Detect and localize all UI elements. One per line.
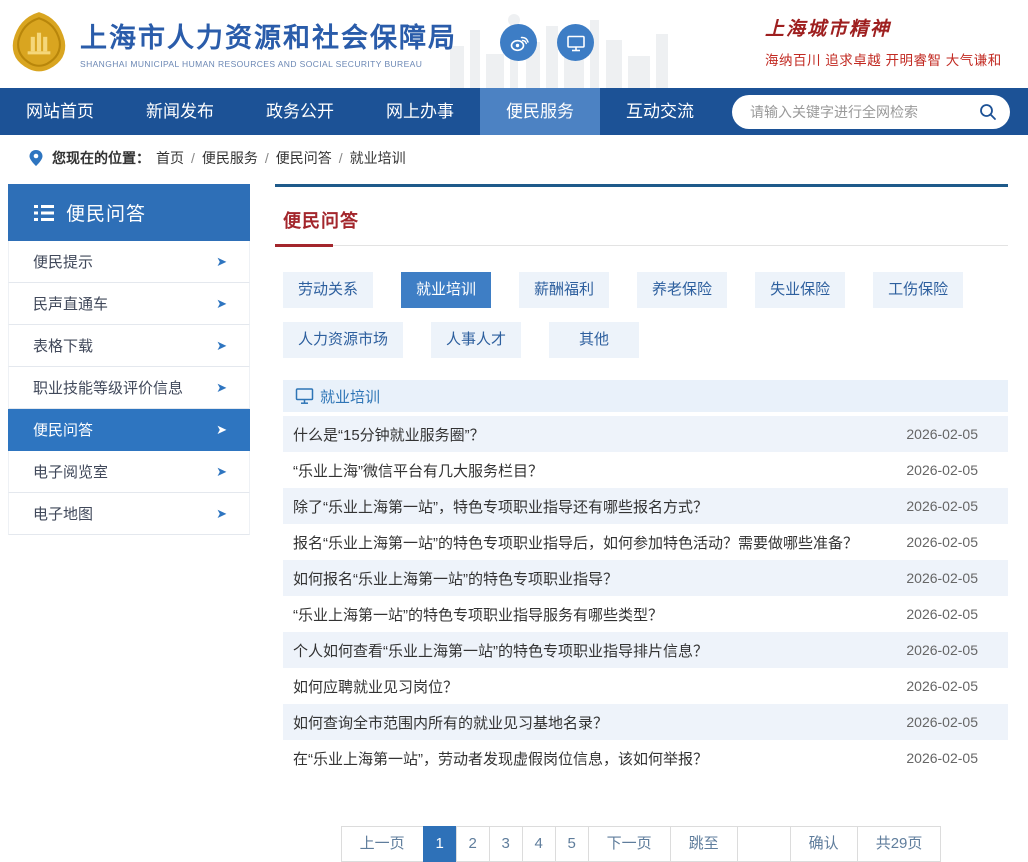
qa-list: 什么是“15分钟就业服务圈”？ 2026-02-05 “乐业上海”微信平台有几大…	[283, 416, 1008, 776]
page-jump-input[interactable]	[738, 827, 790, 861]
list-icon	[34, 204, 54, 222]
nav-item-public-services[interactable]: 便民服务	[480, 88, 600, 135]
nav-item-home[interactable]: 网站首页	[0, 88, 120, 135]
tab-pension-insurance[interactable]: 养老保险	[637, 272, 727, 308]
tab-employment-training[interactable]: 就业培训	[401, 272, 491, 308]
item-date: 2026-02-05	[906, 534, 978, 550]
list-item[interactable]: “乐业上海第一站”的特色专项职业指导服务有哪些类型？ 2026-02-05	[283, 596, 1008, 632]
breadcrumb-separator: /	[265, 150, 269, 166]
breadcrumb-separator: /	[191, 150, 195, 166]
page-button-1[interactable]: 1	[423, 826, 457, 862]
breadcrumb-qa[interactable]: 便民问答	[276, 148, 332, 168]
page-button-3[interactable]: 3	[489, 826, 523, 862]
weibo-icon	[508, 32, 530, 54]
arrow-right-icon: ➤	[216, 464, 227, 480]
tab-other[interactable]: 其他	[549, 322, 639, 358]
city-spirit-title: 上海城市精神	[765, 14, 1010, 41]
item-date: 2026-02-05	[906, 426, 978, 442]
list-item[interactable]: 如何查询全市范围内所有的就业见习基地名录？ 2026-02-05	[283, 704, 1008, 740]
sidebar-item-tips[interactable]: 便民提示 ➤	[8, 241, 250, 283]
breadcrumb-current: 就业培训	[350, 148, 406, 168]
sidebar-item-skill-evaluation[interactable]: 职业技能等级评价信息 ➤	[8, 367, 250, 409]
breadcrumb: 您现在的位置： 首页 / 便民服务 / 便民问答 / 就业培训	[0, 135, 1028, 181]
tab-hr-market[interactable]: 人力资源市场	[283, 322, 403, 358]
nav-item-interaction[interactable]: 互动交流	[600, 88, 720, 135]
tab-salary-welfare[interactable]: 薪酬福利	[519, 272, 609, 308]
item-date: 2026-02-05	[906, 570, 978, 586]
breadcrumb-home[interactable]: 首页	[156, 148, 184, 168]
next-page-button[interactable]: 下一页	[588, 826, 671, 862]
item-date: 2026-02-05	[906, 750, 978, 766]
sidebar-item-emap[interactable]: 电子地图 ➤	[8, 493, 250, 535]
location-pin-icon	[28, 149, 44, 167]
sidebar-header: 便民问答	[8, 184, 250, 241]
weibo-button[interactable]	[500, 24, 537, 61]
item-date: 2026-02-05	[906, 678, 978, 694]
arrow-right-icon: ➤	[216, 380, 227, 396]
main-panel: 便民问答 劳动关系 就业培训 薪酬福利 养老保险 失业保险 工伤保险 人力资源市…	[275, 184, 1008, 862]
sidebar-item-form-download[interactable]: 表格下载 ➤	[8, 325, 250, 367]
search-icon	[978, 102, 998, 122]
list-item[interactable]: 除了“乐业上海第一站”，特色专项职业指导还有哪些报名方式？ 2026-02-05	[283, 488, 1008, 524]
arrow-right-icon: ➤	[216, 254, 227, 270]
list-item[interactable]: 如何报名“乐业上海第一站”的特色专项职业指导？ 2026-02-05	[283, 560, 1008, 596]
portal-button[interactable]	[557, 24, 594, 61]
tab-unemployment-insurance[interactable]: 失业保险	[755, 272, 845, 308]
confirm-button[interactable]: 确认	[790, 826, 858, 862]
section-title: 就业培训	[320, 386, 380, 407]
brand[interactable]: 上海市人力资源和社会保障局 SHANGHAI MUNICIPAL HUMAN R…	[8, 10, 457, 74]
monitor-icon	[565, 32, 587, 54]
prev-page-button[interactable]: 上一页	[341, 826, 424, 862]
city-spirit-text: 海纳百川 追求卓越 开明睿智 大气谦和	[765, 49, 1010, 69]
page-button-5[interactable]: 5	[555, 826, 589, 862]
pagination: 上一页 1 2 3 4 5 下一页 跳至 确认 共29页	[342, 826, 942, 862]
total-pages: 共29页	[857, 826, 942, 862]
list-item[interactable]: 在“乐业上海第一站”，劳动者发现虚假岗位信息，该如何举报？ 2026-02-05	[283, 740, 1008, 776]
item-date: 2026-02-05	[906, 714, 978, 730]
list-item[interactable]: 报名“乐业上海第一站”的特色专项职业指导后，如何参加特色活动？需要做哪些准备？ …	[283, 524, 1008, 560]
sidebar: 便民问答 便民提示 ➤ 民声直通车 ➤ 表格下载 ➤ 职业技能等级评价信息 ➤ …	[8, 184, 250, 862]
jump-to-label: 跳至	[670, 826, 738, 862]
site-search	[732, 95, 1010, 129]
breadcrumb-public-services[interactable]: 便民服务	[202, 148, 258, 168]
sidebar-title: 便民问答	[66, 199, 146, 226]
search-input[interactable]	[750, 104, 978, 120]
site-header: 上海市人力资源和社会保障局 SHANGHAI MUNICIPAL HUMAN R…	[0, 0, 1028, 88]
item-date: 2026-02-05	[906, 462, 978, 478]
page-button-4[interactable]: 4	[522, 826, 556, 862]
page-title: 便民问答	[283, 211, 359, 231]
nav-item-news[interactable]: 新闻发布	[120, 88, 240, 135]
list-item[interactable]: 如何应聘就业见习岗位？ 2026-02-05	[283, 668, 1008, 704]
breadcrumb-separator: /	[339, 150, 343, 166]
monitor-icon	[295, 387, 314, 405]
list-item[interactable]: “乐业上海”微信平台有几大服务栏目？ 2026-02-05	[283, 452, 1008, 488]
site-title: 上海市人力资源和社会保障局	[80, 16, 457, 55]
section-header: 就业培训	[283, 380, 1008, 412]
page-button-2[interactable]: 2	[456, 826, 490, 862]
item-date: 2026-02-05	[906, 498, 978, 514]
arrow-right-icon: ➤	[216, 296, 227, 312]
sidebar-item-qa[interactable]: 便民问答 ➤	[8, 409, 250, 451]
category-tabs: 劳动关系 就业培训 薪酬福利 养老保险 失业保险 工伤保险 人力资源市场 人事人…	[283, 272, 1008, 358]
nav-item-online-services[interactable]: 网上办事	[360, 88, 480, 135]
list-item[interactable]: 个人如何查看“乐业上海第一站”的特色专项职业指导排片信息？ 2026-02-05	[283, 632, 1008, 668]
item-date: 2026-02-05	[906, 606, 978, 622]
search-button[interactable]	[978, 102, 998, 122]
tab-personnel-talent[interactable]: 人事人才	[431, 322, 521, 358]
sidebar-item-voice-express[interactable]: 民声直通车 ➤	[8, 283, 250, 325]
bureau-logo-icon	[8, 10, 70, 74]
breadcrumb-prefix: 您现在的位置：	[52, 148, 150, 168]
site-subtitle: SHANGHAI MUNICIPAL HUMAN RESOURCES AND S…	[80, 59, 457, 69]
sidebar-item-reading-room[interactable]: 电子阅览室 ➤	[8, 451, 250, 493]
jump-input-cell	[737, 826, 791, 862]
tab-work-injury-insurance[interactable]: 工伤保险	[873, 272, 963, 308]
nav-item-gov-affairs[interactable]: 政务公开	[240, 88, 360, 135]
main-nav: 网站首页 新闻发布 政务公开 网上办事 便民服务 互动交流	[0, 88, 1028, 135]
arrow-right-icon: ➤	[216, 506, 227, 522]
list-item[interactable]: 什么是“15分钟就业服务圈”？ 2026-02-05	[283, 416, 1008, 452]
tab-labor-relations[interactable]: 劳动关系	[283, 272, 373, 308]
arrow-right-icon: ➤	[216, 338, 227, 354]
item-date: 2026-02-05	[906, 642, 978, 658]
arrow-right-icon: ➤	[216, 422, 227, 438]
